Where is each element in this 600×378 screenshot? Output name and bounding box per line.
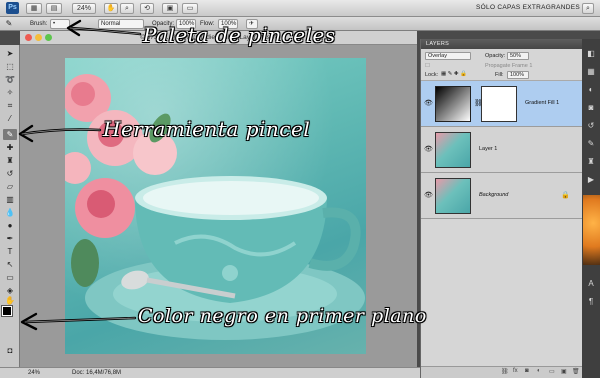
gradient-tool-icon[interactable]: ▥ (3, 194, 17, 205)
lock-label: Lock: (425, 72, 439, 78)
tools-panel: ➤ ⬚ ➰ ✧ ⌗ ⁄ ✎ ✚ ♜ ↺ ▱ ▥ 💧 ● ✒ T ↖ ▭ ◈ ✋ … (0, 45, 20, 367)
blend-mode-select[interactable]: Normal (98, 19, 144, 29)
zoom-tool-icon[interactable]: ⌕ (120, 3, 134, 14)
actions-panel-icon[interactable]: ▶ (586, 175, 596, 185)
path-select-tool-icon[interactable]: ↖ (3, 259, 17, 270)
search-icon[interactable]: ⌕ (582, 3, 594, 14)
fill-label: Fill: (495, 72, 504, 78)
layer-row-background[interactable]: 👁 Background 🔒 (421, 173, 583, 219)
history-panel-icon[interactable]: ↺ (586, 121, 596, 131)
character-panel-icon[interactable]: A (586, 279, 596, 289)
swatches-panel-icon[interactable]: ▦ (586, 67, 596, 77)
foreground-color-swatch[interactable] (1, 305, 13, 317)
layer-mask-thumbnail[interactable] (481, 86, 517, 122)
hand-tool-small-icon[interactable]: ✋ (3, 295, 17, 306)
move-tool-icon[interactable]: ➤ (3, 48, 17, 59)
clone-stamp-tool-icon[interactable]: ♜ (3, 155, 17, 166)
layers-panel: LAYERS Overlay Opacity: 50% ☐ Propagate … (420, 39, 583, 378)
close-window-icon[interactable] (25, 34, 32, 41)
eyedropper-tool-icon[interactable]: ⁄ (3, 113, 17, 124)
arrange-documents-icon[interactable]: ▣ (162, 3, 178, 14)
layers-footer: ⛓ fx ◙ ◐ ▭ ▣ 🗑 (421, 366, 583, 378)
annotation-foreground-color: Color negro en primer plano (138, 305, 427, 327)
workspace-switcher[interactable]: SÓLO CAPAS EXTRAGRANDES (476, 4, 580, 11)
propagate-frame-label: Propagate Frame 1 (485, 63, 533, 69)
quick-select-tool-icon[interactable]: ✧ (3, 87, 17, 98)
layers-panel-title[interactable]: LAYERS (421, 39, 582, 49)
color-panel-icon[interactable]: ◧ (586, 49, 596, 59)
brush-label: Brush: (30, 21, 48, 27)
minimize-window-icon[interactable] (35, 34, 42, 41)
masks-panel-icon[interactable]: ◙ (586, 103, 596, 113)
layers-controls: Overlay Opacity: 50% ☐ Propagate Frame 1… (421, 49, 582, 81)
layer-row-layer-1[interactable]: 👁 Layer 1 (421, 127, 583, 173)
layer-opacity-label: Opacity: (485, 53, 506, 59)
link-layers-icon[interactable]: ⛓ (501, 368, 509, 375)
annotation-brush-tool: Herramienta pincel (103, 117, 311, 141)
bridge-button[interactable]: ▦ (26, 3, 42, 14)
pen-tool-icon[interactable]: ✒ (3, 233, 17, 244)
propagate-frame-checkbox[interactable]: ☐ (425, 63, 430, 69)
brush-tool-icon[interactable]: ✎ (3, 129, 17, 140)
brush-preset-icon[interactable]: ✎ (2, 18, 16, 29)
annotation-brush-palette: Paleta de pinceles (143, 23, 336, 47)
visibility-eye-icon[interactable]: 👁 (424, 99, 433, 107)
new-layer-icon[interactable]: ▣ (561, 368, 567, 375)
adjustment-layer-icon[interactable]: ◐ (537, 368, 541, 374)
status-doc-info[interactable]: Doc: 16,4M/76,8M (72, 370, 121, 376)
fx-icon[interactable]: fx (513, 368, 518, 374)
fill-field[interactable]: 100% (507, 71, 529, 79)
zoom-level-select[interactable]: 24% (72, 3, 96, 14)
paragraph-panel-icon[interactable]: ¶ (586, 297, 596, 307)
dodge-tool-icon[interactable]: ● (3, 220, 17, 231)
zoom-window-icon[interactable] (45, 34, 52, 41)
add-mask-icon[interactable]: ◙ (525, 368, 529, 374)
view-extras-button[interactable]: ▤ (46, 3, 62, 14)
healing-tool-icon[interactable]: ✚ (3, 142, 17, 153)
gradient-thumbnail (435, 86, 471, 122)
lasso-tool-icon[interactable]: ➰ (3, 74, 17, 85)
background-window-sliver (583, 195, 600, 265)
visibility-eye-icon[interactable]: 👁 (424, 145, 433, 153)
rotate-view-icon[interactable]: ⟲ (140, 3, 154, 14)
layer-name[interactable]: Layer 1 (479, 146, 497, 152)
marquee-tool-icon[interactable]: ⬚ (3, 61, 17, 72)
shape-tool-icon[interactable]: ▭ (3, 272, 17, 283)
type-tool-icon[interactable]: T (3, 246, 17, 257)
status-bar: 24% Doc: 16,4M/76,8M (0, 367, 420, 378)
blur-tool-icon[interactable]: 💧 (3, 207, 17, 218)
eraser-tool-icon[interactable]: ▱ (3, 181, 17, 192)
layer-1-thumbnail (435, 132, 471, 168)
photoshop-logo: Ps (6, 2, 19, 14)
crop-tool-icon[interactable]: ⌗ (3, 100, 17, 111)
new-group-icon[interactable]: ▭ (549, 368, 555, 375)
history-brush-tool-icon[interactable]: ↺ (3, 168, 17, 179)
background-thumbnail (435, 178, 471, 214)
screen-mode-icon[interactable]: ▭ (182, 3, 198, 14)
adjustments-panel-icon[interactable]: ◐ (586, 85, 596, 95)
brushes-panel-icon[interactable]: ✎ (586, 139, 596, 149)
lock-icon: 🔒 (561, 192, 570, 199)
layer-opacity-field[interactable]: 50% (507, 52, 529, 60)
hand-tool-icon[interactable]: ✋ (104, 3, 118, 14)
layer-row-gradient-fill[interactable]: 👁 ⛓ Gradient Fill 1 (421, 81, 583, 127)
clone-source-panel-icon[interactable]: ♜ (586, 157, 596, 167)
lock-icons[interactable]: ▦ ✎ ✚ 🔒 (441, 71, 467, 77)
layer-name[interactable]: Background (479, 192, 508, 198)
quick-mask-icon[interactable]: ◘ (3, 345, 17, 356)
brush-picker[interactable]: • (50, 19, 70, 29)
application-bar: Ps ▦ ▤ 24% ✋ ⌕ ⟲ ▣ ▭ SÓLO CAPAS EXTRAGRA… (0, 0, 600, 17)
layer-name[interactable]: Gradient Fill 1 (525, 100, 559, 106)
visibility-eye-icon[interactable]: 👁 (424, 191, 433, 199)
trash-icon[interactable]: 🗑 (572, 368, 580, 375)
status-zoom[interactable]: 24% (28, 370, 40, 376)
layer-blend-mode-select[interactable]: Overlay (425, 52, 471, 60)
